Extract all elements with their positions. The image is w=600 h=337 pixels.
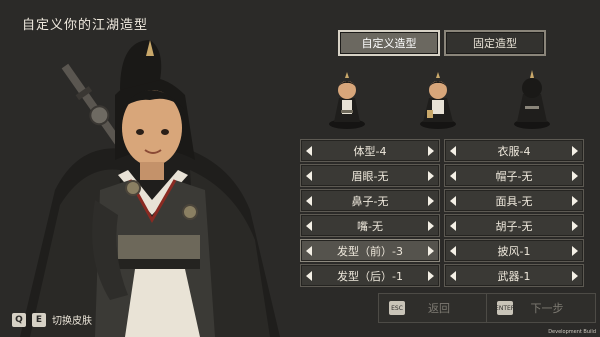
arrow-left-icon[interactable] xyxy=(445,190,461,211)
option-hat: 帽子-无 xyxy=(444,164,584,187)
switch-skin-hint: Q E 切换皮肤 xyxy=(12,312,92,327)
esc-key-icon: ESC xyxy=(389,301,405,315)
option-label: 眉眼-无 xyxy=(351,169,389,183)
arrow-left-icon[interactable] xyxy=(445,265,461,286)
option-label: 嘴-无 xyxy=(357,219,383,233)
tab-fixed-look[interactable]: 固定造型 xyxy=(444,30,546,56)
preview-sprite-back xyxy=(514,70,550,129)
page-title: 自定义你的江湖造型 xyxy=(22,18,149,33)
q-key-icon[interactable]: Q xyxy=(12,312,26,327)
option-cape: 披风-1 xyxy=(444,239,584,262)
option-weapon: 武器-1 xyxy=(444,264,584,287)
option-label: 体型-4 xyxy=(353,144,387,158)
arrow-right-icon[interactable] xyxy=(423,140,439,161)
preview-sprite-front xyxy=(329,72,365,129)
arrow-left-icon[interactable] xyxy=(445,140,461,161)
next-button[interactable]: ENTER 下一步 xyxy=(486,293,596,323)
arrow-right-icon[interactable] xyxy=(567,215,583,236)
arrow-right-icon[interactable] xyxy=(423,265,439,286)
arrow-left-icon[interactable] xyxy=(445,240,461,261)
option-body-type: 体型-4 xyxy=(300,139,440,162)
arrow-left-icon[interactable] xyxy=(301,215,317,236)
option-hair-back: 发型（后）-1 xyxy=(300,264,440,287)
option-hair-front: 发型（前）-3 xyxy=(300,239,440,262)
option-label: 面具-无 xyxy=(495,194,533,208)
switch-skin-label: 切换皮肤 xyxy=(52,316,92,327)
option-clothes: 衣服-4 xyxy=(444,139,584,162)
arrow-right-icon[interactable] xyxy=(423,240,439,261)
e-key-icon[interactable]: E xyxy=(32,312,46,327)
option-label: 武器-1 xyxy=(497,269,531,283)
arrow-right-icon[interactable] xyxy=(567,165,583,186)
option-mask: 面具-无 xyxy=(444,189,584,212)
option-label: 发型（前）-3 xyxy=(337,244,403,258)
option-nose: 鼻子-无 xyxy=(300,189,440,212)
option-beard: 胡子-无 xyxy=(444,214,584,237)
arrow-left-icon[interactable] xyxy=(301,190,317,211)
back-button-label: 返回 xyxy=(428,302,450,315)
arrow-right-icon[interactable] xyxy=(423,165,439,186)
option-label: 衣服-4 xyxy=(497,144,531,158)
option-eyebrows: 眉眼-无 xyxy=(300,164,440,187)
arrow-left-icon[interactable] xyxy=(301,240,317,261)
tab-custom-look[interactable]: 自定义造型 xyxy=(338,30,440,56)
arrow-left-icon[interactable] xyxy=(301,165,317,186)
preview-sprite-side xyxy=(420,72,456,129)
arrow-left-icon[interactable] xyxy=(301,265,317,286)
arrow-right-icon[interactable] xyxy=(423,215,439,236)
dev-build-watermark: Development Build xyxy=(548,329,596,335)
arrow-right-icon[interactable] xyxy=(567,240,583,261)
arrow-left-icon[interactable] xyxy=(445,215,461,236)
option-label: 披风-1 xyxy=(497,244,531,258)
arrow-right-icon[interactable] xyxy=(567,265,583,286)
arrow-right-icon[interactable] xyxy=(567,140,583,161)
option-mouth: 嘴-无 xyxy=(300,214,440,237)
option-label: 鼻子-无 xyxy=(351,194,389,208)
back-button[interactable]: ESC 返回 xyxy=(378,293,488,323)
option-label: 帽子-无 xyxy=(495,169,533,183)
arrow-left-icon[interactable] xyxy=(445,165,461,186)
option-label: 发型（后）-1 xyxy=(337,269,403,283)
character-portrait xyxy=(20,40,280,337)
arrow-right-icon[interactable] xyxy=(567,190,583,211)
next-button-label: 下一步 xyxy=(530,302,564,315)
enter-key-icon: ENTER xyxy=(495,301,515,315)
option-label: 胡子-无 xyxy=(495,219,533,233)
arrow-left-icon[interactable] xyxy=(301,140,317,161)
arrow-right-icon[interactable] xyxy=(423,190,439,211)
